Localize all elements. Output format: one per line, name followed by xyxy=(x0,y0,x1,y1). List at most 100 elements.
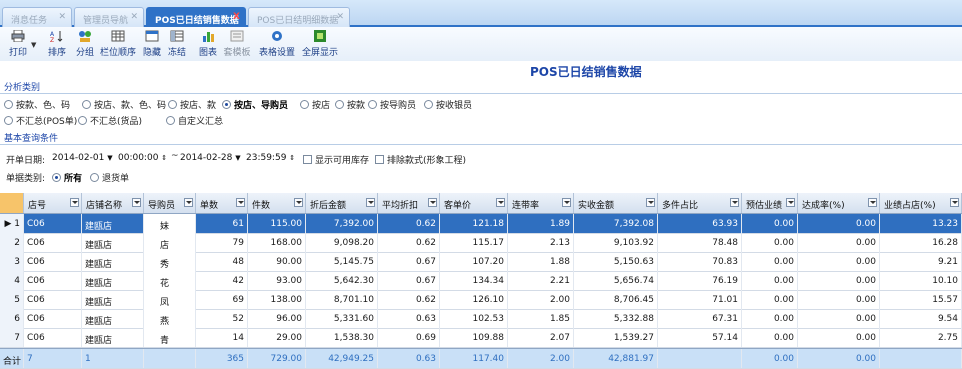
table-cell[interactable]: 126.10 xyxy=(440,290,508,309)
column-header[interactable]: 实收金额 xyxy=(574,193,658,213)
table-cell[interactable]: 9.21 xyxy=(880,252,962,271)
table-cell[interactable]: 0.00 xyxy=(742,271,798,290)
table-settings-button[interactable]: 表格设置 xyxy=(257,30,297,60)
time-from-input[interactable]: 00:00:00 ⇕ xyxy=(118,153,167,163)
table-cell[interactable]: 花 xyxy=(144,271,196,290)
grid-corner[interactable] xyxy=(0,193,24,213)
table-cell[interactable]: 61 xyxy=(196,214,248,233)
chevron-down-icon[interactable]: ▼ xyxy=(235,154,240,162)
column-header[interactable]: 连带率 xyxy=(508,193,574,213)
column-header[interactable]: 件数 xyxy=(248,193,306,213)
radio-icon[interactable] xyxy=(368,100,377,109)
table-cell[interactable]: 0.00 xyxy=(798,271,880,290)
doc-type-return-radio[interactable]: 退货单 xyxy=(90,171,129,184)
analysis-option-radio[interactable]: 按导购员 xyxy=(368,98,416,111)
chart-button[interactable]: 图表 xyxy=(197,30,219,60)
table-cell[interactable]: 7,392.08 xyxy=(574,214,658,233)
close-icon[interactable]: ✕ xyxy=(58,12,66,22)
close-icon[interactable]: X xyxy=(233,12,240,22)
row-number[interactable]: 2 xyxy=(0,233,24,252)
table-cell[interactable]: 1,538.30 xyxy=(306,328,378,347)
print-button[interactable]: 打印 xyxy=(6,29,30,60)
column-order-button[interactable]: 栏位顺序 xyxy=(100,30,136,60)
radio-icon[interactable] xyxy=(4,100,13,109)
row-number[interactable]: 6 xyxy=(0,309,24,328)
column-header[interactable]: 店铺名称 xyxy=(82,193,144,213)
tab-messages[interactable]: 消息任务 ✕ xyxy=(2,7,72,27)
table-cell[interactable]: 8,701.10 xyxy=(306,290,378,309)
row-number[interactable]: 7 xyxy=(0,328,24,347)
table-cell[interactable]: 0.00 xyxy=(742,214,798,233)
table-row[interactable]: 5 C06 建瓯店凤 69 138.00 8,701.10 0.62 126.10 2.00 8,… xyxy=(0,290,962,310)
table-cell[interactable]: 0.67 xyxy=(378,252,440,271)
print-dropdown-arrow[interactable]: ▼ xyxy=(31,41,36,49)
spin-icon[interactable]: ⇕ xyxy=(289,154,295,162)
table-cell[interactable]: 96.00 xyxy=(248,309,306,328)
table-cell[interactable]: 134.34 xyxy=(440,271,508,290)
spin-icon[interactable]: ⇕ xyxy=(161,154,167,162)
filter-dropdown-icon[interactable] xyxy=(132,198,141,207)
table-cell[interactable]: 建瓯店 xyxy=(82,233,144,252)
template-button[interactable]: 套模板 xyxy=(222,30,252,60)
row-number[interactable]: 3 xyxy=(0,252,24,271)
table-cell[interactable]: C06 xyxy=(24,309,82,328)
radio-icon[interactable] xyxy=(166,116,175,125)
table-cell[interactable]: 8,706.45 xyxy=(574,290,658,309)
table-cell[interactable]: 78.48 xyxy=(658,233,742,252)
table-cell[interactable]: 79 xyxy=(196,233,248,252)
table-cell[interactable]: C06 xyxy=(24,328,82,347)
table-cell[interactable]: 建瓯店 xyxy=(82,252,144,271)
row-number[interactable]: ▶ 1 xyxy=(0,214,24,233)
filter-dropdown-icon[interactable] xyxy=(730,198,739,207)
close-icon[interactable]: ✕ xyxy=(130,12,138,22)
table-cell[interactable]: 0.62 xyxy=(378,233,440,252)
table-cell[interactable]: 2.21 xyxy=(508,271,574,290)
table-cell[interactable]: 29.00 xyxy=(248,328,306,347)
table-cell[interactable]: 5,145.75 xyxy=(306,252,378,271)
table-cell[interactable]: 1,539.27 xyxy=(574,328,658,347)
table-cell[interactable]: 秀 xyxy=(144,252,196,271)
table-cell[interactable]: 48 xyxy=(196,252,248,271)
filter-dropdown-icon[interactable] xyxy=(646,198,655,207)
table-row[interactable]: 6 C06 建瓯店燕 52 96.00 5,331.60 0.63 102.53 1.85 5,3… xyxy=(0,309,962,329)
table-cell[interactable]: 0.00 xyxy=(742,252,798,271)
checkbox-box[interactable] xyxy=(375,155,384,164)
analysis-option-radio[interactable]: 按款、色、码 xyxy=(4,98,70,111)
radio-icon[interactable] xyxy=(168,100,177,109)
show-stock-checkbox[interactable]: 显示可用库存 xyxy=(303,153,369,166)
table-cell[interactable]: 70.83 xyxy=(658,252,742,271)
column-header[interactable]: 平均折扣 xyxy=(378,193,440,213)
column-header[interactable]: 导购员 xyxy=(144,193,196,213)
column-header[interactable]: 多件占比 xyxy=(658,193,742,213)
close-icon[interactable]: ✕ xyxy=(336,12,344,22)
filter-dropdown-icon[interactable] xyxy=(786,198,795,207)
filter-dropdown-icon[interactable] xyxy=(366,198,375,207)
analysis-option-radio[interactable]: 按店、款、色、码 xyxy=(82,98,166,111)
table-cell[interactable]: 115.17 xyxy=(440,233,508,252)
table-cell[interactable]: 建瓯店 xyxy=(82,328,144,347)
table-cell[interactable]: 0.63 xyxy=(378,309,440,328)
table-cell[interactable]: 2.13 xyxy=(508,233,574,252)
table-cell[interactable]: 店 xyxy=(144,233,196,252)
table-cell[interactable]: 0.00 xyxy=(742,290,798,309)
filter-dropdown-icon[interactable] xyxy=(236,198,245,207)
table-cell[interactable]: 2.75 xyxy=(880,328,962,347)
table-cell[interactable]: 5,642.30 xyxy=(306,271,378,290)
table-cell[interactable]: 0.00 xyxy=(798,233,880,252)
radio-icon[interactable] xyxy=(424,100,433,109)
table-cell[interactable]: 建瓯店 xyxy=(82,309,144,328)
column-header[interactable]: 单数 xyxy=(196,193,248,213)
analysis-option-radio[interactable]: 按店 xyxy=(300,98,330,111)
table-cell[interactable]: 建瓯店 xyxy=(82,214,144,233)
table-cell[interactable]: 5,332.88 xyxy=(574,309,658,328)
table-cell[interactable]: 0.67 xyxy=(378,271,440,290)
table-cell[interactable]: 9,103.92 xyxy=(574,233,658,252)
table-cell[interactable]: C06 xyxy=(24,271,82,290)
table-cell[interactable]: 109.88 xyxy=(440,328,508,347)
table-cell[interactable]: 0.00 xyxy=(798,328,880,347)
table-cell[interactable]: 42 xyxy=(196,271,248,290)
table-cell[interactable]: 10.10 xyxy=(880,271,962,290)
radio-icon[interactable] xyxy=(335,100,344,109)
table-cell[interactable]: 0.62 xyxy=(378,214,440,233)
table-cell[interactable]: 1.88 xyxy=(508,252,574,271)
